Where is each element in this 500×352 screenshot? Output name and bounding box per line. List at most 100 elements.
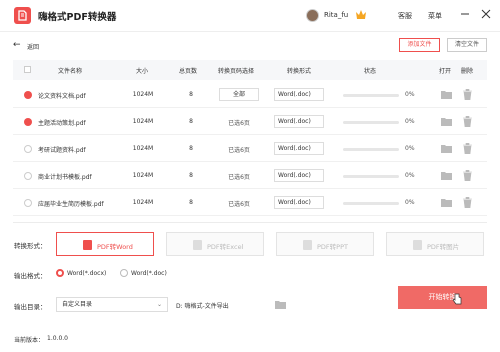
minimize-icon[interactable]: [459, 8, 471, 20]
convert-option-label: PDF转Excel: [207, 243, 244, 251]
file-name: 商业计划书模板.pdf: [38, 174, 92, 181]
convert-option-word[interactable]: PDF转Word: [56, 232, 154, 256]
folder-icon[interactable]: [441, 198, 452, 207]
convert-option-excel[interactable]: PDF转Excel: [166, 232, 264, 256]
header-range: 转换页码选择: [218, 68, 255, 75]
file-name: 论文资料文档.pdf: [38, 93, 86, 100]
browse-folder-icon[interactable]: [275, 300, 286, 309]
convert-option-label: PDF转Word: [97, 243, 133, 251]
back-button[interactable]: 返回: [27, 42, 39, 51]
file-name: 主题活动策划.pdf: [38, 120, 86, 127]
row-checkbox[interactable]: [24, 145, 32, 153]
version-label: 当前版本：: [14, 337, 45, 344]
add-file-button[interactable]: 添加文件: [399, 38, 440, 52]
file-pages: 8: [189, 172, 193, 179]
page-range-button[interactable]: 全部: [219, 88, 259, 101]
output-dir-path: D: 嗨格式-文件导出: [176, 303, 229, 310]
file-pages: 8: [189, 145, 193, 152]
header-pages: 总页数: [179, 68, 198, 75]
file-size: 1024M: [132, 91, 154, 98]
trash-icon[interactable]: [463, 197, 472, 208]
select-all-checkbox[interactable]: [24, 66, 31, 73]
file-size: 1024M: [132, 172, 154, 179]
table-row[interactable]: 论文资料文档.pdf 1024M 8 全部 Word(.doc) 0%: [13, 82, 487, 108]
table-row[interactable]: 考研试题资料.pdf 1024M 8 已选6页 Word(.doc) 0%: [13, 136, 487, 162]
docx-radio-label[interactable]: Word(*.docx): [67, 270, 106, 277]
convert-option-label: PDF转PPT: [317, 243, 348, 251]
progress-bar: [343, 148, 399, 151]
page-range-text[interactable]: 已选6页: [219, 145, 259, 154]
convert-type-label: 转换形式：: [14, 242, 47, 250]
trash-icon[interactable]: [463, 89, 472, 100]
file-name: 应届毕业生简历模板.pdf: [38, 201, 104, 208]
username[interactable]: Rita_fu: [324, 11, 348, 19]
row-checkbox[interactable]: [24, 91, 32, 99]
user-avatar[interactable]: [306, 9, 319, 22]
file-table-header: 文件名称 大小 总页数 转换页码选择 转换形式 状态 打开 删除: [13, 60, 487, 80]
file-size: 1024M: [132, 199, 154, 206]
pdf-excel-icon: [193, 240, 202, 250]
file-pages: 8: [189, 91, 193, 98]
convert-option-label: PDF转图片: [427, 243, 460, 251]
doc-radio-label[interactable]: Word(*.doc): [131, 270, 167, 277]
row-checkbox[interactable]: [24, 199, 32, 207]
table-row[interactable]: 商业计划书模板.pdf 1024M 8 已选6页 Word(.doc) 0%: [13, 163, 487, 189]
table-row[interactable]: 主题活动策划.pdf 1024M 8 已选6页 Word(.doc) 0%: [13, 109, 487, 135]
file-pages: 8: [189, 118, 193, 125]
progress-text: 0%: [405, 199, 415, 206]
file-size: 1024M: [132, 118, 154, 125]
output-dir-select-value: 自定义目录: [62, 301, 93, 308]
page-range-text[interactable]: 已选6页: [219, 199, 259, 208]
table-row[interactable]: 应届毕业生简历模板.pdf 1024M 8 已选6页 Word(.doc) 0%: [13, 190, 487, 216]
output-dir-label: 输出目录：: [14, 303, 47, 311]
start-convert-button[interactable]: 开始转换: [398, 286, 487, 309]
menu-link[interactable]: 菜单: [428, 11, 442, 21]
format-select[interactable]: Word(.doc): [274, 142, 324, 155]
header-size: 大小: [136, 68, 149, 75]
progress-bar: [343, 175, 399, 178]
vip-crown-icon: [356, 10, 366, 19]
clear-files-button[interactable]: 清空文件: [447, 38, 487, 52]
app-title: 嗨格式PDF转换器: [38, 12, 117, 23]
format-select[interactable]: Word(.doc): [274, 115, 324, 128]
file-pages: 8: [189, 199, 193, 206]
trash-icon[interactable]: [463, 143, 472, 154]
header-format: 转换形式: [287, 68, 312, 75]
row-checkbox[interactable]: [24, 118, 32, 126]
page-range-text[interactable]: 已选6页: [219, 118, 259, 127]
convert-option-image[interactable]: PDF转图片: [386, 232, 484, 256]
divider: [13, 222, 487, 223]
folder-icon[interactable]: [441, 117, 452, 126]
progress-bar: [343, 202, 399, 205]
header-name: 文件名称: [58, 68, 83, 75]
file-name: 考研试题资料.pdf: [38, 147, 86, 154]
folder-icon[interactable]: [441, 90, 452, 99]
format-select[interactable]: Word(.doc): [274, 169, 324, 182]
customer-service-link[interactable]: 客服: [398, 11, 412, 21]
docx-radio[interactable]: [56, 269, 64, 277]
pdf-word-icon: [83, 240, 92, 250]
trash-icon[interactable]: [463, 116, 472, 127]
pdf-ppt-icon: [303, 240, 312, 250]
folder-icon[interactable]: [441, 171, 452, 180]
output-dir-select[interactable]: 自定义目录 ⌄: [56, 297, 168, 312]
progress-text: 0%: [405, 91, 415, 98]
progress-text: 0%: [405, 145, 415, 152]
title-bar: 嗨格式PDF转换器 Rita_fu 客服 菜单: [0, 0, 500, 32]
format-select[interactable]: Word(.doc): [274, 88, 324, 101]
row-checkbox[interactable]: [24, 172, 32, 180]
hand-cursor-icon: [452, 293, 462, 305]
chevron-down-icon: ⌄: [156, 301, 162, 308]
folder-icon[interactable]: [441, 144, 452, 153]
convert-option-ppt[interactable]: PDF转PPT: [276, 232, 374, 256]
back-arrow-icon[interactable]: ←: [13, 40, 21, 50]
close-icon[interactable]: [480, 8, 492, 20]
doc-radio[interactable]: [120, 269, 128, 277]
page-range-text[interactable]: 已选6页: [219, 172, 259, 181]
toolbar: ← 返回 添加文件 清空文件: [0, 36, 500, 56]
file-size: 1024M: [132, 145, 154, 152]
trash-icon[interactable]: [463, 170, 472, 181]
header-open: 打开: [439, 68, 452, 75]
pdf-image-icon: [413, 240, 422, 250]
format-select[interactable]: Word(.doc): [274, 196, 324, 209]
